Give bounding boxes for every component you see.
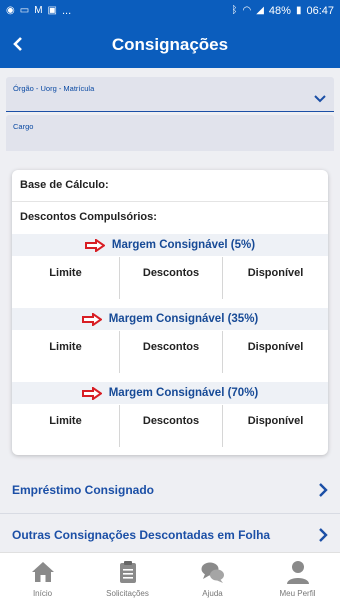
margin-header-70: Margem Consignável (70%) (12, 382, 328, 404)
chevron-right-icon (319, 483, 328, 497)
arrow-right-icon (81, 312, 102, 326)
nav-label: Início (32, 589, 53, 598)
margin-title: Margem Consignável (5%) (111, 239, 256, 251)
nav-label: Ajuda (202, 589, 223, 598)
margin-header-5: Margem Consignável (5%) (12, 234, 328, 256)
whatsapp-icon: ◉ (6, 5, 15, 16)
nav-solicitacoes[interactable]: Solicitações (85, 553, 170, 604)
nav-label: Meu Perfil (279, 589, 316, 598)
outras-consignacoes-link[interactable]: Outras Consignações Descontadas em Folha (0, 515, 340, 555)
base-calculo-label: Base de Cálculo: (20, 179, 109, 191)
home-icon (31, 562, 54, 582)
user-icon (286, 561, 309, 584)
disponivel-label: Disponível (247, 267, 304, 279)
arrow-right-icon (84, 238, 105, 252)
page-title: Consignações (111, 35, 229, 54)
margin-columns-35: Limite Descontos Disponível (12, 331, 328, 373)
margin-title: Margem Consignável (35%) (108, 313, 259, 325)
margin-columns-70: Limite Descontos Disponível (12, 405, 328, 447)
limite-label: Limite (49, 415, 82, 427)
clock: 06:47 (306, 5, 334, 17)
nav-label: Solicitações (106, 589, 149, 598)
more-notifications: ... (61, 5, 72, 17)
margin-header-35: Margem Consignável (35%) (12, 308, 328, 330)
clipboard-icon (119, 561, 136, 583)
disponivel-label: Disponível (247, 415, 304, 427)
link-label: Outras Consignações Descontadas em Folha (12, 528, 271, 542)
link-divider (0, 513, 340, 514)
orgao-label: Órgão - Uorg - Matrícula (13, 84, 95, 93)
cargo-field[interactable]: Cargo (6, 115, 334, 151)
nav-ajuda[interactable]: Ajuda (170, 553, 255, 604)
link-label: Empréstimo Consignado (12, 483, 155, 497)
back-button[interactable] (6, 32, 30, 56)
bottom-nav: Início Solicitações Ajuda Meu Perfil (0, 552, 340, 604)
margin-columns-5: Limite Descontos Disponível (12, 257, 328, 299)
nav-meu-perfil[interactable]: Meu Perfil (255, 553, 340, 604)
wifi-icon: ◠ (242, 5, 252, 16)
disponivel-label: Disponível (247, 341, 304, 353)
app-bar: Consignações (0, 22, 340, 68)
battery-level: 48% (268, 5, 291, 17)
cargo-label: Cargo (13, 122, 34, 131)
status-bar: ◉ ▭ M ▣ ... ᛒ ◠ ◢ 48% ▮ 06:47 (0, 0, 340, 22)
bluetooth-icon: ᛒ (231, 5, 238, 16)
battery-icon: ▮ (295, 5, 302, 16)
image-icon: ▣ (47, 5, 57, 16)
chevron-right-icon (319, 528, 328, 542)
emprestimo-consignado-link[interactable]: Empréstimo Consignado (0, 470, 340, 510)
nav-inicio[interactable]: Início (0, 553, 85, 604)
limite-label: Limite (49, 341, 82, 353)
limite-label: Limite (49, 267, 82, 279)
chat-icon (201, 562, 224, 583)
descontos-col-label: Descontos (142, 341, 200, 353)
margin-title: Margem Consignável (70%) (108, 387, 259, 399)
descontos-col-label: Descontos (142, 267, 200, 279)
orgao-select[interactable]: Órgão - Uorg - Matrícula (6, 77, 334, 112)
chevron-down-icon (314, 95, 326, 103)
card-divider (12, 201, 328, 202)
signal-icon: ◢ (256, 5, 264, 16)
gmail-icon: M (34, 5, 43, 16)
chevron-left-icon (13, 37, 22, 51)
arrow-right-icon (81, 386, 102, 400)
descontos-col-label: Descontos (142, 415, 200, 427)
descontos-label: Descontos Compulsórios: (20, 211, 157, 223)
sms-icon: ▭ (19, 5, 30, 16)
consignacoes-card: Base de Cálculo: Descontos Compulsórios:… (12, 170, 328, 455)
